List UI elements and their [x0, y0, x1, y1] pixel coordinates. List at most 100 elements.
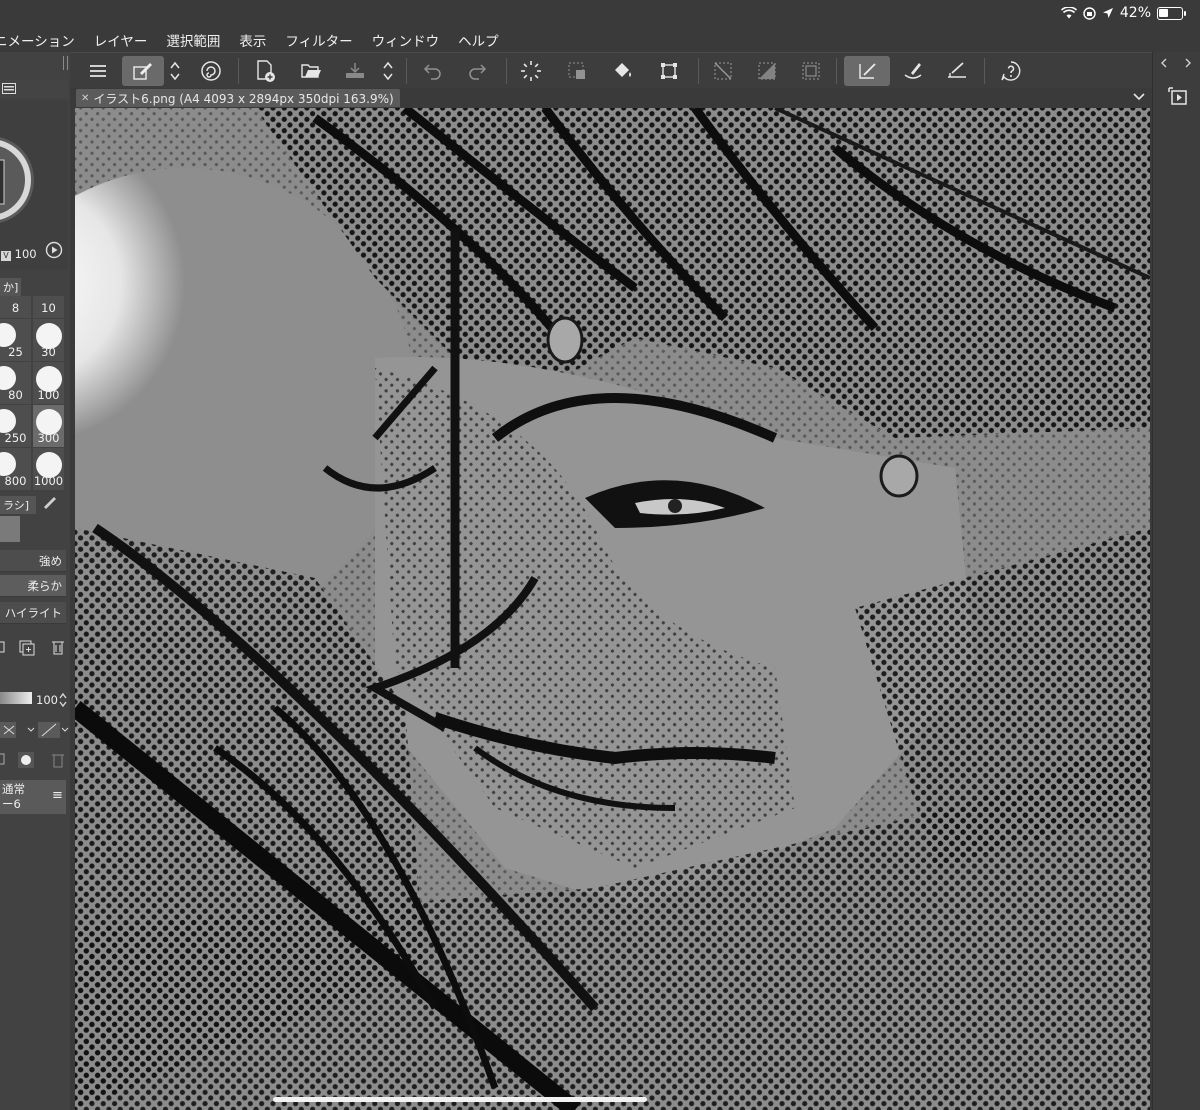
pen-pressure-icon: [859, 63, 876, 79]
brush-size-label: 8: [11, 301, 20, 315]
brush-size-800[interactable]: 800: [0, 448, 31, 490]
subtool-stepper[interactable]: [166, 56, 184, 86]
brush-size-10[interactable]: 10: [33, 296, 64, 318]
paint-bucket-icon: [615, 63, 631, 77]
subtool-item-highlight[interactable]: ハイライト: [0, 602, 66, 624]
menu-animation[interactable]: ニメーション: [0, 30, 75, 50]
tone-button[interactable]: [752, 56, 782, 86]
subtool-button[interactable]: [122, 56, 164, 86]
brush-size-25[interactable]: 25: [0, 319, 31, 361]
spiral-button[interactable]: [196, 56, 226, 86]
snap-ruler-icon: [948, 62, 966, 78]
menu-window[interactable]: ウィンドウ: [372, 30, 440, 50]
toolbar-separator: [238, 58, 239, 84]
layer-menu-icon[interactable]: ≡: [52, 788, 63, 803]
save-button[interactable]: [340, 56, 370, 86]
open-button[interactable]: [296, 56, 326, 86]
fill-button[interactable]: [608, 56, 638, 86]
brush-tab-label[interactable]: ラシ]: [0, 496, 36, 514]
drawing-canvas[interactable]: [75, 108, 1150, 1110]
border-icon: [802, 62, 820, 80]
brush-dot-icon: [0, 323, 16, 347]
brush-size-label: 80: [8, 388, 23, 402]
close-icon[interactable]: ✕: [81, 93, 89, 104]
tone-icon: [758, 62, 776, 80]
hide-selection-icon: [714, 62, 732, 80]
layer-blend-mode: 通常: [2, 782, 25, 796]
location-icon: [1102, 8, 1113, 18]
brush-icon: [904, 63, 922, 79]
undo-button[interactable]: [418, 56, 448, 86]
selection-icon: [568, 62, 585, 79]
chevron-right-icon[interactable]: [1183, 58, 1193, 68]
brush-size-label: 100: [37, 388, 60, 402]
subtool-label: 柔らか: [27, 579, 63, 593]
subtool-item-strong[interactable]: 強め: [0, 550, 66, 572]
border-button[interactable]: [796, 56, 826, 86]
mask-buttons[interactable]: [0, 749, 70, 769]
menu-selection[interactable]: 選択範囲: [166, 30, 220, 50]
save-stepper[interactable]: [380, 56, 396, 86]
play-icon[interactable]: [45, 241, 63, 259]
transform-button[interactable]: [654, 56, 684, 86]
layer-opacity-slider[interactable]: [0, 692, 32, 704]
brush-size-100[interactable]: 100: [33, 362, 64, 404]
brush-dot-icon: [0, 452, 16, 476]
subtool-item-soft[interactable]: 柔らか: [0, 575, 66, 597]
spinner-icon: [521, 61, 541, 81]
loading-button[interactable]: [516, 56, 546, 86]
panel-grip[interactable]: [63, 56, 68, 70]
help-button[interactable]: [996, 56, 1026, 86]
menu-help[interactable]: ヘルプ: [458, 30, 499, 50]
color-circle[interactable]: [0, 110, 40, 250]
menu-bar: ニメーション レイヤー 選択範囲 表示 フィルター ウィンドウ ヘルプ: [0, 28, 1200, 52]
save-tray-icon: [346, 63, 364, 78]
brush-size-8[interactable]: 8: [0, 296, 31, 318]
keyboard-icon[interactable]: [2, 83, 16, 94]
brush-size-1000[interactable]: 1000: [33, 448, 64, 490]
battery-percent: 42%: [1119, 5, 1151, 21]
brush-stabilization-button[interactable]: [898, 56, 928, 86]
layer-lock-buttons[interactable]: [0, 720, 70, 740]
toolbar-separator: [984, 58, 985, 84]
battery-tip: [1184, 10, 1186, 16]
redo-button[interactable]: [462, 56, 492, 86]
stepper-icon: [170, 61, 180, 81]
select-all-button[interactable]: [562, 56, 592, 86]
brush-size-250[interactable]: 250: [0, 405, 31, 447]
wifi-icon: [1060, 7, 1077, 19]
new-document-button[interactable]: [250, 56, 280, 86]
spiral-icon: [201, 61, 221, 81]
brush-set-label: か]: [0, 278, 22, 296]
hide-selection-button[interactable]: [708, 56, 738, 86]
subtool-label: 強め: [39, 554, 62, 568]
brush-size-label: 250: [4, 431, 27, 445]
subtool-preview[interactable]: [0, 516, 20, 542]
brush-size-300[interactable]: 300: [33, 405, 64, 447]
menu-view[interactable]: 表示: [239, 30, 266, 50]
layer-name: ー6: [2, 797, 21, 811]
opacity-stepper-icon[interactable]: [58, 692, 68, 708]
brush-size-label: 10: [41, 301, 56, 315]
menu-layer[interactable]: レイヤー: [94, 30, 148, 50]
transform-icon: [661, 63, 677, 79]
brush-dot-icon: [0, 409, 16, 433]
brush-size-30[interactable]: 30: [33, 319, 64, 361]
chevron-down-icon[interactable]: [1132, 89, 1146, 105]
main-menu-button[interactable]: [84, 56, 112, 86]
edit-brush-icon[interactable]: [42, 495, 58, 509]
brush-size-80[interactable]: 80: [0, 362, 31, 404]
toolbar-separator: [836, 58, 837, 84]
status-indicators: 42%: [1060, 5, 1186, 21]
chevron-left-icon[interactable]: [1159, 58, 1169, 68]
animation-icon[interactable]: [1167, 86, 1189, 106]
pen-pressure-button[interactable]: [844, 56, 890, 86]
menu-filter[interactable]: フィルター: [285, 30, 352, 50]
open-folder-icon: [301, 64, 321, 78]
opacity-box-icon: V: [1, 251, 11, 261]
document-tab[interactable]: ✕ イラスト6.png (A4 4093 x 2894px 350dpi 163…: [76, 89, 400, 107]
layer-opacity-value[interactable]: 100: [36, 693, 58, 707]
command-bar: [70, 52, 1152, 88]
layer-item[interactable]: 通常 ー6 ≡: [0, 780, 66, 814]
snap-ruler-button[interactable]: [942, 56, 972, 86]
